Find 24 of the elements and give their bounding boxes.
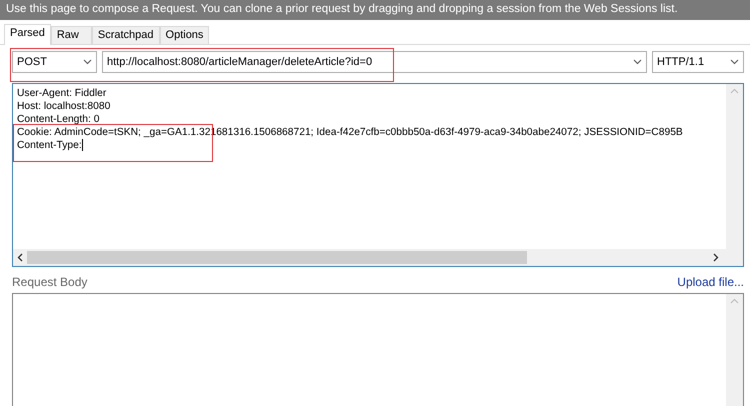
chevron-down-icon (730, 59, 739, 65)
upload-file-link[interactable]: Upload file... (677, 273, 744, 291)
chevron-right-icon[interactable] (713, 253, 719, 262)
tab[interactable]: Parsed (4, 24, 51, 45)
version-dropdown[interactable]: HTTP/1.1 (652, 51, 744, 73)
method-dropdown[interactable]: POST (12, 51, 97, 73)
chevron-down-icon (83, 59, 92, 65)
banner-text: Use this page to compose a Request. You can clone a prior request by dragging and dropping a session from the Web Sessions list. (6, 2, 678, 16)
tab[interactable]: Raw (50, 26, 92, 44)
header-line: User-Agent: Fiddler (17, 88, 106, 99)
tab[interactable]: Scratchpad (92, 26, 160, 44)
url-field[interactable]: http://localhost:8080/articleManager/deleteArticle?id=0 (102, 51, 647, 73)
header-line: Content-Type: (17, 140, 82, 151)
header-line: Host: localhost:8080 (17, 101, 110, 112)
text-cursor (82, 139, 83, 152)
scrollbar-thumb[interactable] (27, 251, 527, 264)
chevron-left-icon[interactable] (17, 253, 23, 262)
chevron-up-icon[interactable] (730, 88, 739, 94)
header-line: Content-Length: 0 (17, 114, 100, 125)
request-body-editor[interactable] (12, 293, 744, 406)
chevron-down-icon (633, 59, 642, 65)
chevron-up-icon[interactable] (730, 298, 739, 304)
tab[interactable]: Options (160, 26, 210, 44)
request-body-label: Request Body (12, 274, 88, 291)
